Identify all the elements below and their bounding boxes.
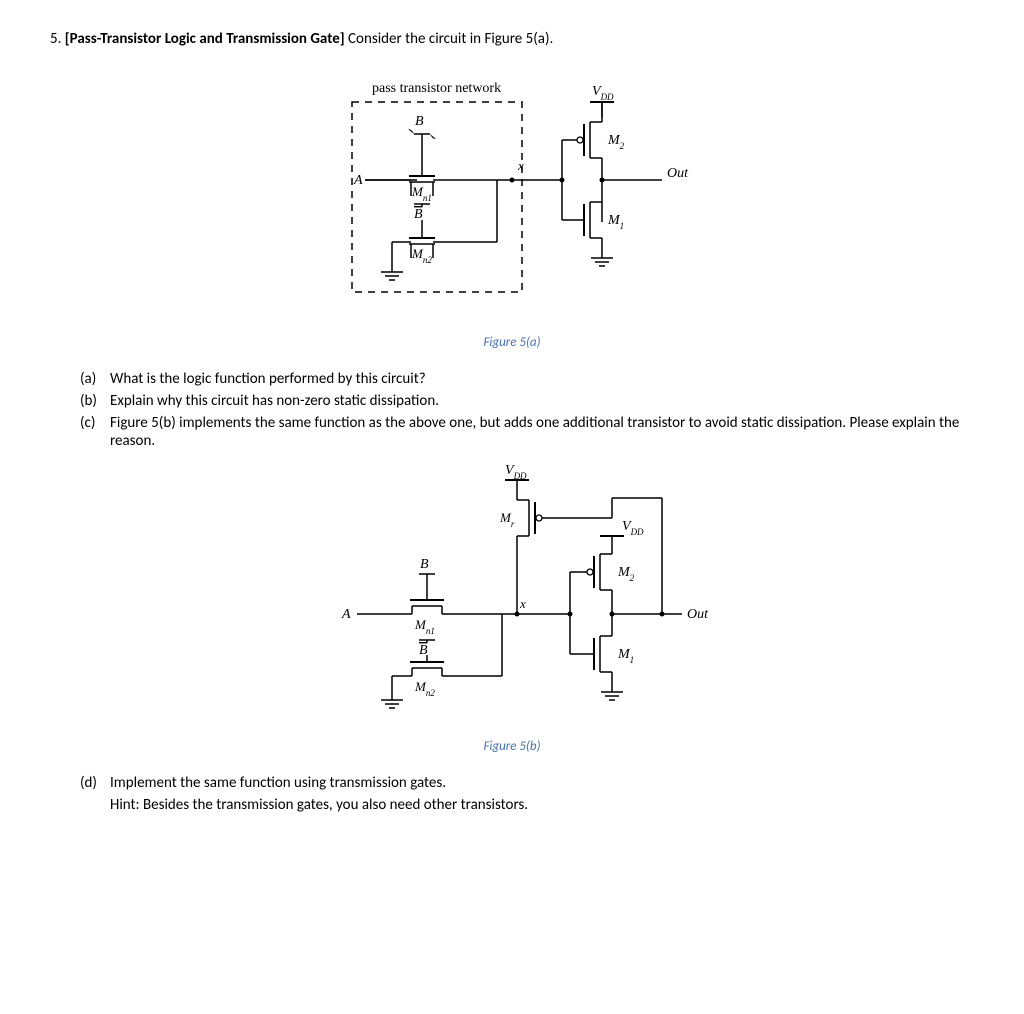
svg-text:B: B: [414, 207, 423, 222]
svg-text:M2: M2: [617, 565, 635, 583]
part-a: What is the logic function performed by …: [80, 370, 974, 388]
problem-number: 5: [50, 30, 58, 48]
figure-5a: pass transistor network A B Mn1 B̄ B Mn2…: [50, 62, 974, 327]
svg-text:B: B: [415, 114, 424, 129]
circuit-5b-svg: A B Mn1 B B Mn2 x VDD Mr V: [302, 456, 722, 726]
svg-text:Out: Out: [667, 166, 689, 181]
figure-5a-caption: Figure 5(a): [50, 335, 974, 350]
svg-text:x: x: [519, 596, 526, 611]
svg-text:Mn2: Mn2: [411, 246, 432, 265]
svg-text:B: B: [419, 643, 428, 658]
svg-text:M1: M1: [617, 647, 634, 665]
problem-stem: 5. [Pass-Transistor Logic and Transmissi…: [50, 30, 974, 48]
svg-text:A: A: [341, 607, 351, 622]
parts-list: What is the logic function performed by …: [80, 370, 974, 450]
svg-text:Mn1: Mn1: [411, 184, 432, 203]
figure-5b: A B Mn1 B B Mn2 x VDD Mr V: [50, 456, 974, 731]
svg-text:VDD: VDD: [622, 519, 644, 537]
svg-text:B: B: [420, 557, 429, 572]
part-d: Implement the same function using transm…: [80, 774, 974, 792]
label-pass-network: pass transistor network: [372, 81, 501, 96]
svg-text:Mn2: Mn2: [414, 679, 435, 698]
part-d-hint: Hint: Besides the transmission gates, yo…: [80, 796, 974, 814]
part-b: Explain why this circuit has non-zero st…: [80, 392, 974, 410]
svg-text:VDD: VDD: [592, 84, 614, 102]
svg-text:Mn1: Mn1: [414, 617, 435, 636]
problem-title: [Pass-Transistor Logic and Transmission …: [65, 30, 345, 48]
svg-text:Out: Out: [687, 607, 709, 622]
parts-list-2: Implement the same function using transm…: [80, 774, 974, 792]
problem-rest: Consider the circuit in Figure 5(a).: [345, 30, 554, 48]
svg-text:A: A: [353, 173, 363, 188]
circuit-5a-svg: pass transistor network A B Mn1 B̄ B Mn2…: [302, 62, 722, 322]
figure-5b-caption: Figure 5(b): [50, 739, 974, 754]
svg-text:Mr: Mr: [499, 510, 515, 529]
svg-text:M1: M1: [607, 213, 624, 231]
svg-text:x: x: [517, 158, 524, 173]
part-c: Figure 5(b) implements the same function…: [80, 414, 974, 450]
svg-text:VDD: VDD: [505, 463, 527, 481]
